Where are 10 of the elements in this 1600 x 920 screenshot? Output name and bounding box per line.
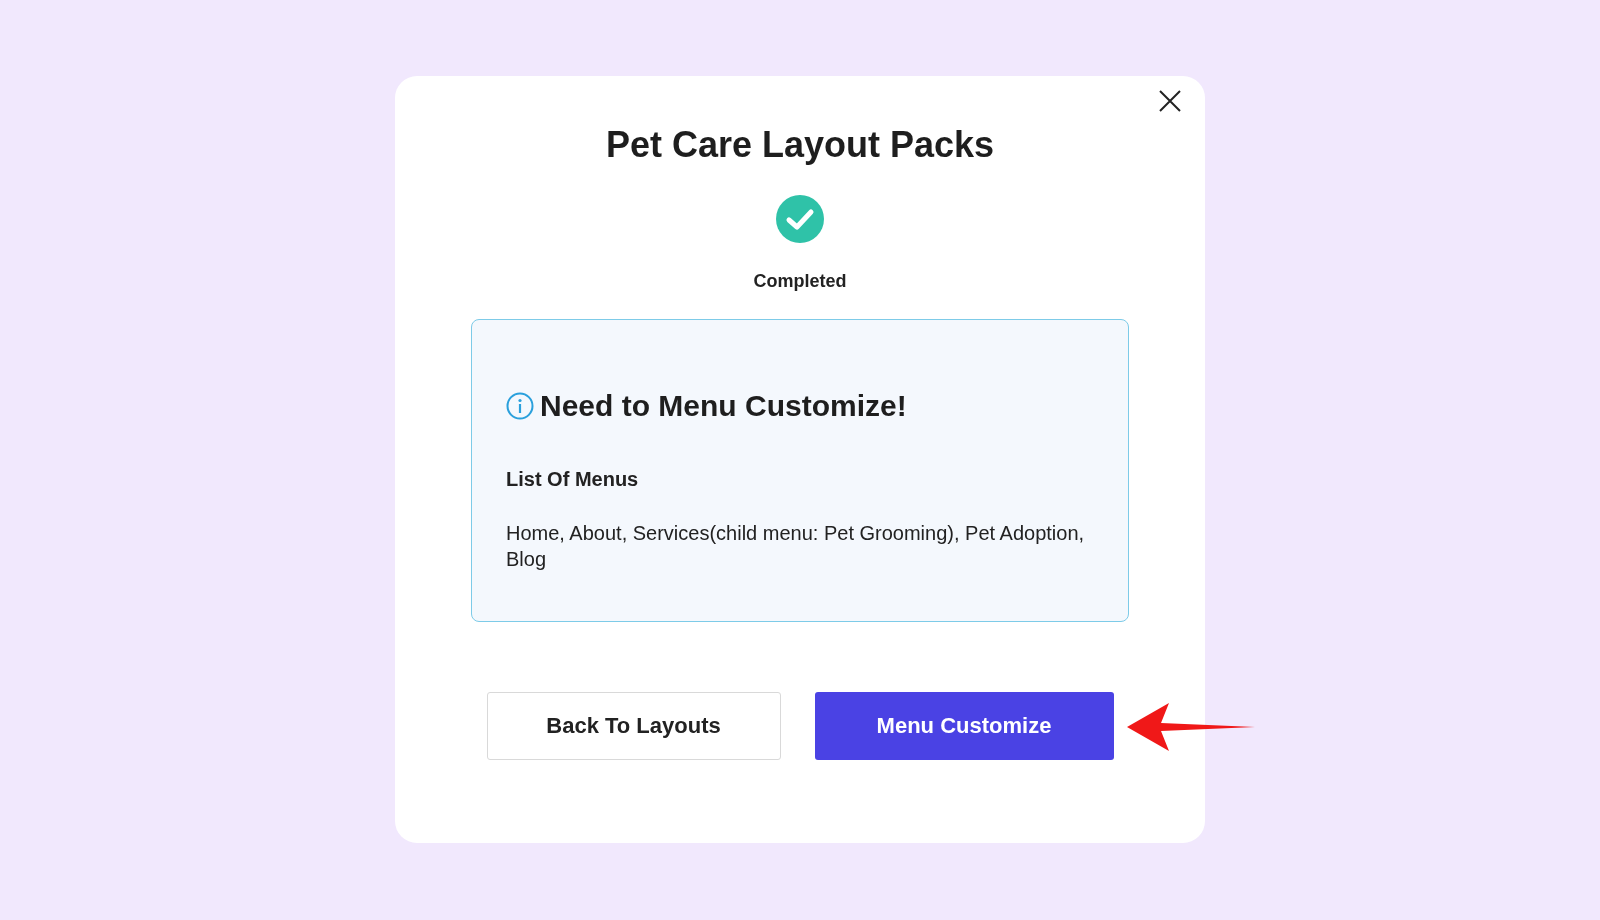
info-icon — [506, 392, 534, 420]
check-icon — [776, 195, 824, 243]
notice-heading: Need to Menu Customize! — [540, 388, 907, 424]
primary-button[interactable]: Menu Customize — [814, 692, 1114, 760]
dialog-title: Pet Care Layout Packs — [605, 123, 995, 167]
secondary-button[interactable]: Back To Layouts — [486, 692, 781, 760]
menu-list-text: Home, About, Services(child menu: Pet Grooming), Pet Adoption, Blog — [506, 521, 1086, 572]
status-text: Completed — [753, 270, 847, 293]
close-icon — [1158, 89, 1182, 113]
notice-subheading: List Of Menus — [506, 467, 640, 492]
